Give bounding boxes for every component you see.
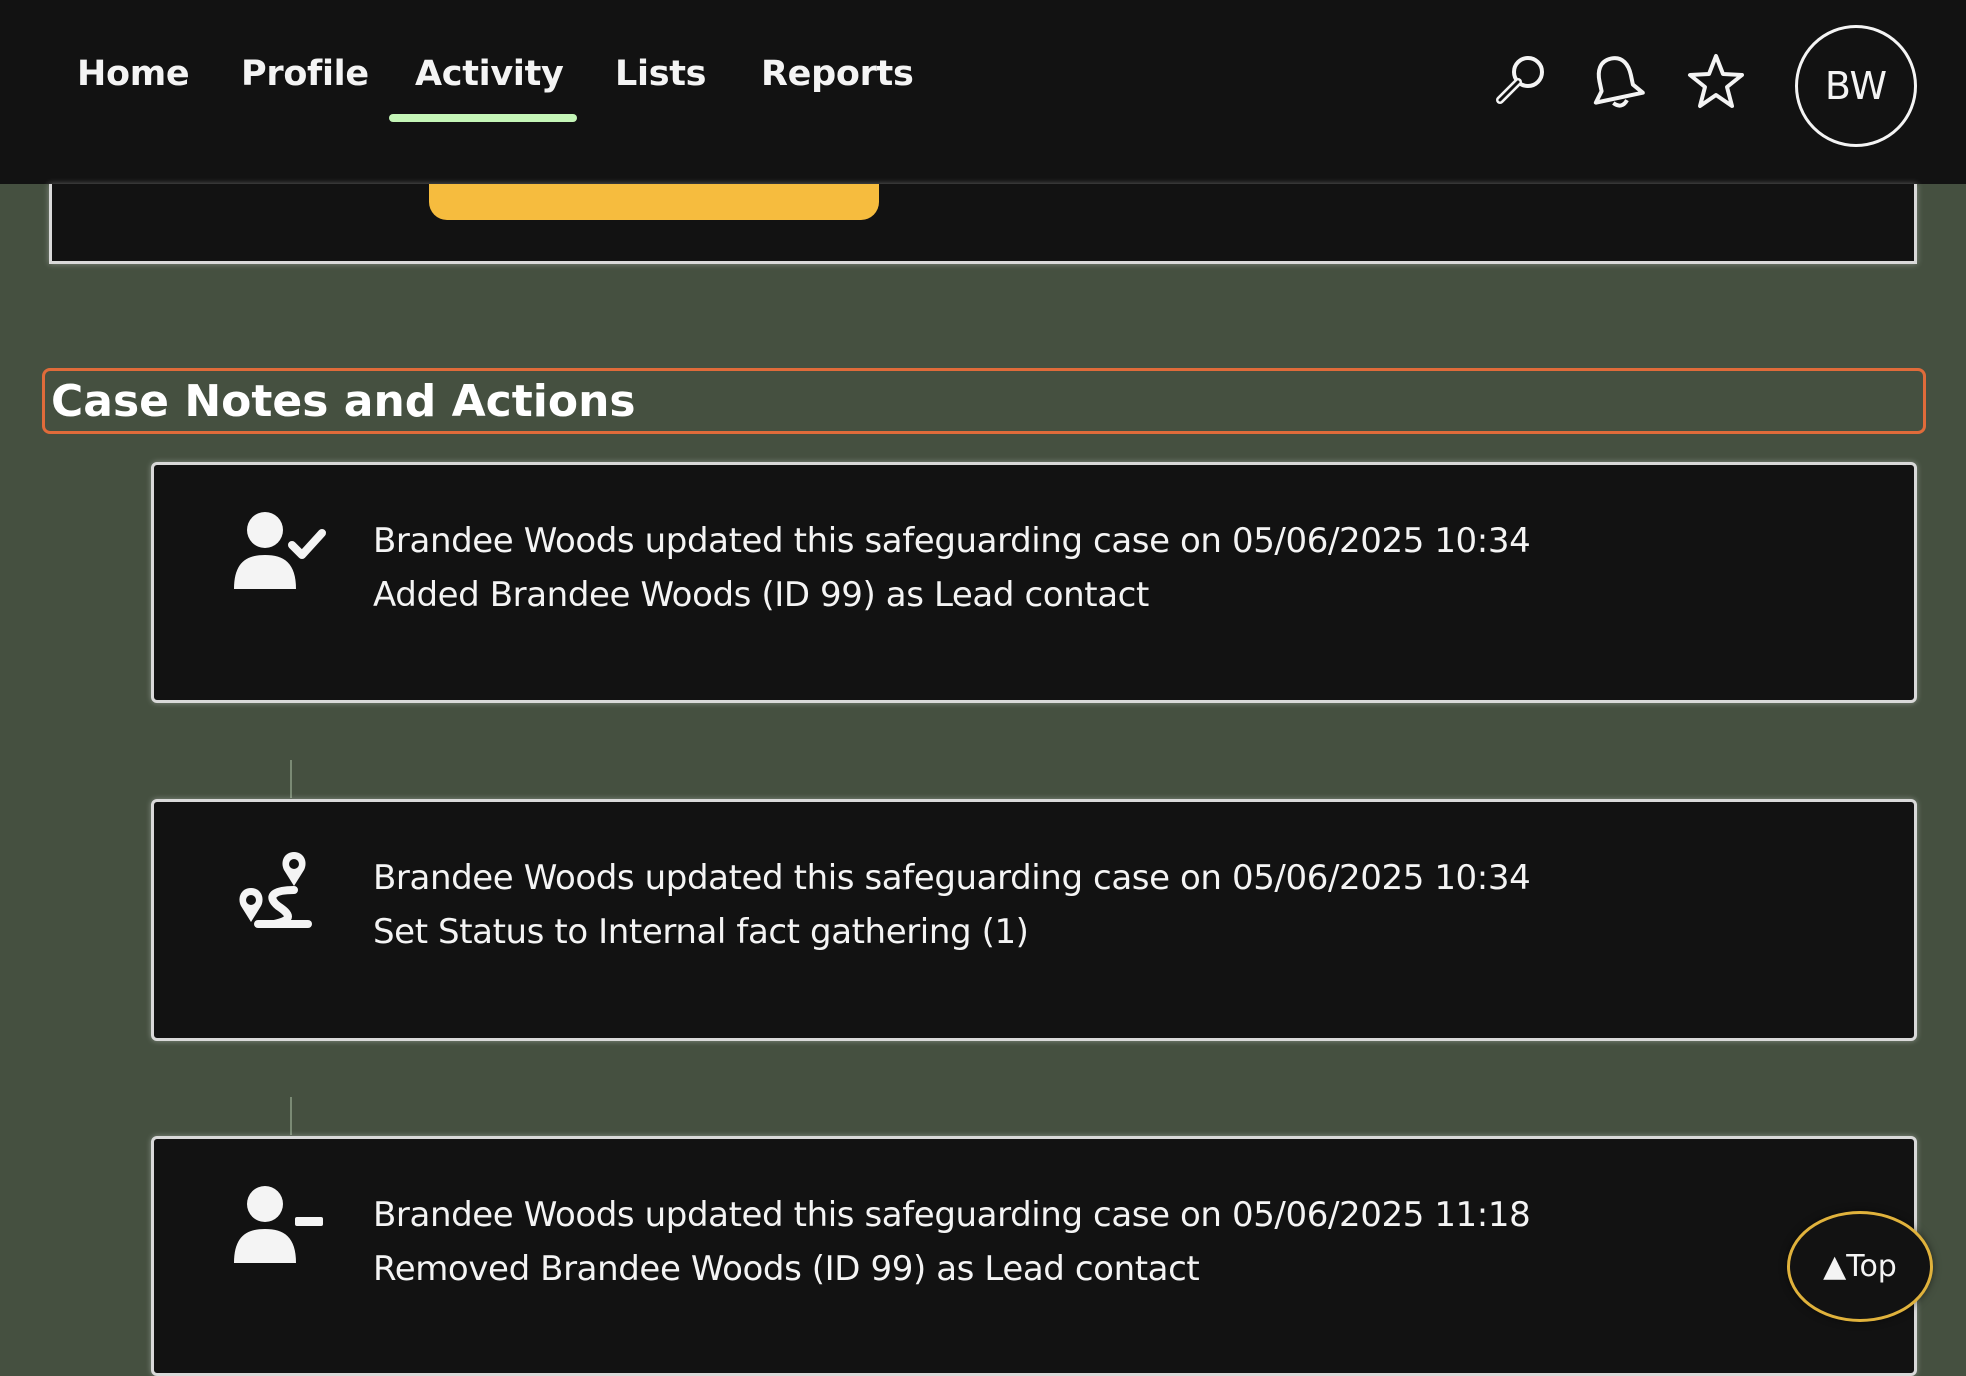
timeline-connector <box>290 760 292 798</box>
route-icon <box>234 848 334 932</box>
bell-icon[interactable] <box>1584 50 1648 114</box>
back-to-top-button[interactable]: ▲Top <box>1787 1211 1933 1322</box>
activity-card: Brandee Woods updated this safeguarding … <box>151 799 1917 1041</box>
user-avatar[interactable]: BW <box>1795 25 1917 147</box>
user-minus-icon <box>234 1185 334 1269</box>
activity-card: Brandee Woods updated this safeguarding … <box>151 1136 1917 1376</box>
tab-lists[interactable]: Lists <box>615 54 707 94</box>
section-heading: Case Notes and Actions <box>42 368 1926 434</box>
activity-detail: Removed Brandee Woods (ID 99) as Lead co… <box>373 1249 1200 1289</box>
activity-summary: Brandee Woods updated this safeguarding … <box>373 521 1531 561</box>
tab-home[interactable]: Home <box>77 54 190 94</box>
user-check-icon <box>234 511 334 595</box>
search-icon[interactable] <box>1490 50 1554 114</box>
active-tab-indicator <box>389 114 577 122</box>
activity-summary: Brandee Woods updated this safeguarding … <box>373 858 1531 898</box>
star-icon[interactable] <box>1684 50 1748 114</box>
tab-profile[interactable]: Profile <box>241 54 369 94</box>
previous-card-action-button[interactable] <box>429 184 879 220</box>
activity-detail: Set Status to Internal fact gathering (1… <box>373 912 1029 952</box>
activity-summary: Brandee Woods updated this safeguarding … <box>373 1195 1531 1235</box>
tab-activity[interactable]: Activity <box>415 54 564 94</box>
activity-detail: Added Brandee Woods (ID 99) as Lead cont… <box>373 575 1149 615</box>
tab-reports[interactable]: Reports <box>761 54 914 94</box>
timeline-connector <box>290 1097 292 1135</box>
activity-card: Brandee Woods updated this safeguarding … <box>151 462 1917 703</box>
top-navigation-bar: Home Profile Activity Lists Reports BW <box>0 0 1966 184</box>
previous-card <box>49 184 1917 264</box>
